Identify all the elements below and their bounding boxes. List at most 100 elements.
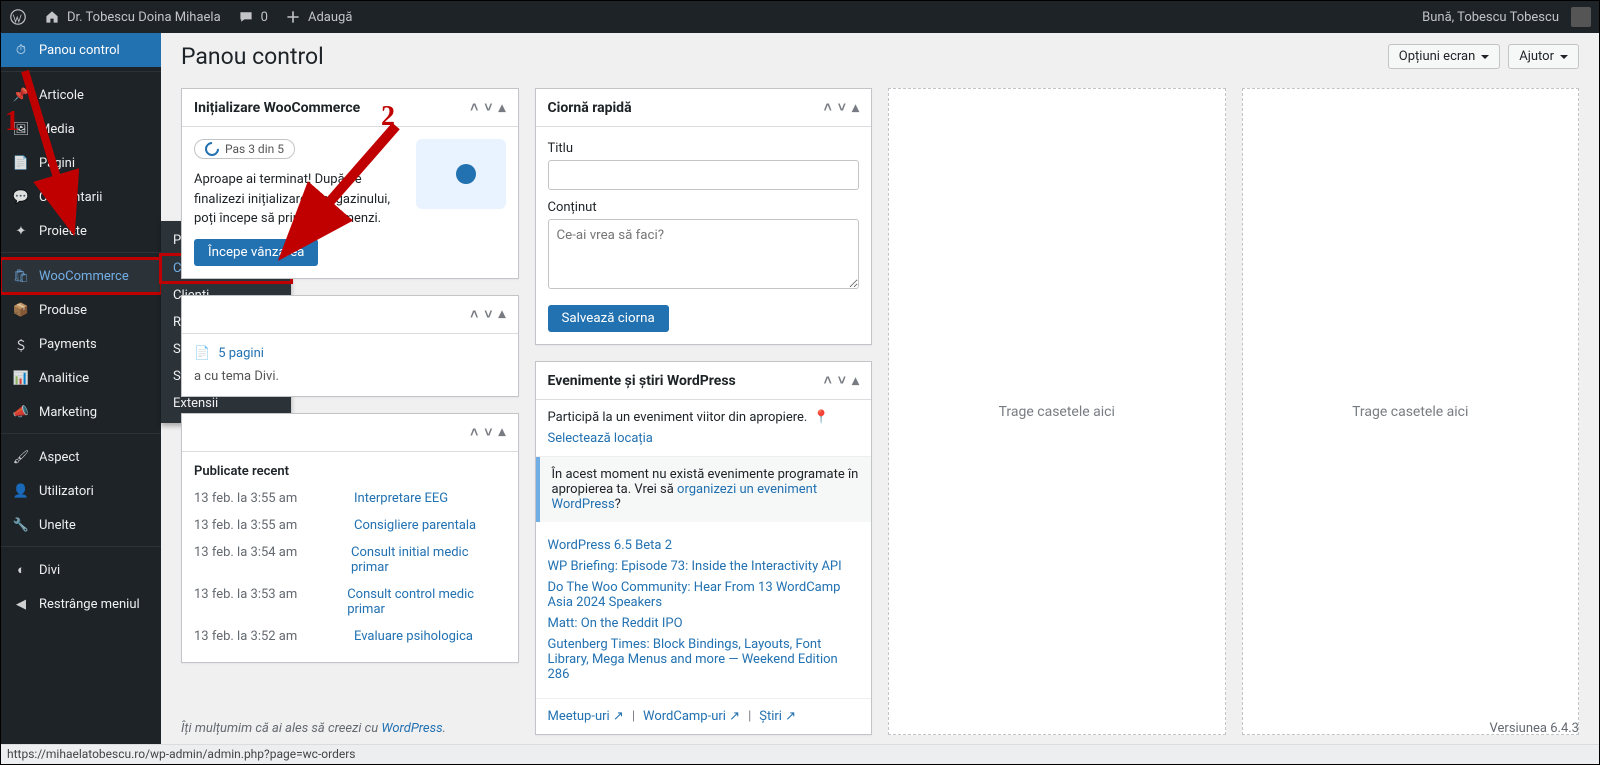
news-item-link[interactable]: Gutenberg Times: Block Bindings, Layouts…: [548, 637, 838, 682]
toggle-icon[interactable]: ▴: [498, 99, 505, 116]
dropzone-col3[interactable]: Trage casetele aici: [888, 88, 1226, 735]
move-down-icon[interactable]: ˅: [484, 99, 492, 116]
recent-date: 13 feb. la 3:52 am: [194, 629, 314, 644]
sidebar-item-comments[interactable]: 💬Comentarii: [1, 180, 161, 214]
wp-version: Versiunea 6.4.3: [1490, 721, 1579, 736]
site-name: Dr. Tobescu Doina Mihaela: [67, 10, 221, 25]
sidebar-item-payments[interactable]: ＄Payments: [1, 327, 161, 361]
wp-logo[interactable]: [1, 1, 35, 33]
pages-icon: 📄: [194, 346, 210, 361]
sidebar-item-projects[interactable]: ✦Proiecte: [1, 214, 161, 248]
move-down-icon[interactable]: ˅: [484, 424, 492, 441]
recent-post-link[interactable]: Evaluare psihologica: [354, 629, 473, 644]
move-up-icon[interactable]: ˄: [824, 372, 832, 389]
sidebar-item-tools[interactable]: 🔧Unelte: [1, 508, 161, 542]
move-up-icon[interactable]: ˄: [470, 99, 478, 116]
woo-illustration: [416, 139, 506, 209]
site-link[interactable]: Dr. Tobescu Doina Mihaela: [35, 1, 229, 33]
projects-icon: ✦: [11, 224, 31, 239]
move-down-icon[interactable]: ˅: [484, 306, 492, 323]
avatar-icon: [1571, 7, 1591, 27]
woocommerce-icon: 🛍: [11, 269, 31, 284]
home-icon: [43, 8, 61, 26]
sidebar-item-analytics[interactable]: 📊Analitice: [1, 361, 161, 395]
chevron-down-icon: [1481, 55, 1489, 63]
move-up-icon[interactable]: ˄: [470, 306, 478, 323]
sidebar-item-media[interactable]: 🖼Media: [1, 112, 161, 146]
box-activity: ˄˅▴ Publicate recent 13 feb. la 3:55 amI…: [181, 413, 519, 663]
location-pin-icon: 📍: [813, 410, 829, 425]
admin-sidebar: ⏱Panou control 📌Articole 🖼Media 📄Pagini …: [1, 33, 161, 764]
sidebar-item-users[interactable]: 👤Utilizatori: [1, 474, 161, 508]
chevron-down-icon: [1560, 55, 1568, 63]
toggle-icon[interactable]: ▴: [852, 372, 859, 389]
users-icon: 👤: [11, 484, 31, 499]
sidebar-item-appearance[interactable]: 🖌Aspect: [1, 440, 161, 474]
comments-link[interactable]: 0: [229, 1, 276, 33]
box-woo-setup: Inițializare WooCommerce ˄˅▴ Pas 3 din 5…: [181, 88, 519, 279]
sidebar-item-woocommerce[interactable]: 🛍WooCommerce: [1, 259, 161, 293]
news-item-link[interactable]: WP Briefing: Episode 73: Inside the Inte…: [548, 559, 842, 574]
recent-row: 13 feb. la 3:53 am Consult control medic …: [194, 581, 506, 623]
recent-date: 13 feb. la 3:53 am: [194, 587, 307, 617]
recent-post-link[interactable]: Consigliere parentala: [354, 518, 476, 533]
collapse-icon: ◀: [11, 597, 31, 612]
move-down-icon[interactable]: ˅: [838, 99, 846, 116]
admin-toolbar: Dr. Tobescu Doina Mihaela 0 Adaugă Bună,…: [1, 1, 1599, 33]
glance-theme: a cu tema Divi.: [194, 369, 506, 384]
save-draft-button[interactable]: Salvează ciorna: [548, 305, 669, 332]
toggle-icon[interactable]: ▴: [498, 306, 505, 323]
woo-step-badge: Pas 3 din 5: [194, 139, 295, 159]
add-new[interactable]: Adaugă: [276, 1, 360, 33]
comment-icon: 💬: [11, 190, 31, 205]
annotation-2: 2: [381, 101, 395, 133]
comments-count: 0: [261, 10, 268, 25]
woo-start-button[interactable]: Începe vânzarea: [194, 239, 318, 266]
admin-footer: Îți mulțumim că ai ales să creezi cu Wor…: [161, 715, 1599, 742]
glance-pages-link[interactable]: 5 pagini: [218, 346, 264, 361]
sidebar-item-marketing[interactable]: 📣Marketing: [1, 395, 161, 429]
draft-content-textarea[interactable]: [548, 219, 860, 289]
move-up-icon[interactable]: ˄: [824, 99, 832, 116]
sidebar-item-dashboard[interactable]: ⏱Panou control: [1, 33, 161, 67]
comment-icon: [237, 8, 255, 26]
help-toggle[interactable]: Ajutor: [1508, 44, 1579, 69]
box-quick-draft: Ciornă rapidă˄˅▴ Titlu Conținut Salvează…: [535, 88, 873, 345]
plus-icon: [284, 8, 302, 26]
sidebar-item-divi[interactable]: ◐Divi: [1, 553, 161, 587]
sidebar-item-products[interactable]: 📦Produse: [1, 293, 161, 327]
screen-options-toggle[interactable]: Opțiuni ecran: [1388, 44, 1501, 69]
recent-post-link[interactable]: Consult initial medic primar: [351, 545, 506, 575]
sidebar-item-posts[interactable]: 📌Articole: [1, 78, 161, 112]
news-no-events: În acest moment nu există evenimente pro…: [536, 457, 872, 522]
select-location-link[interactable]: Selectează locația: [548, 431, 653, 446]
recent-row: 13 feb. la 3:55 amConsigliere parentala: [194, 512, 506, 539]
move-up-icon[interactable]: ˄: [470, 424, 478, 441]
box-news: Evenimente și știri WordPress˄˅▴ Partici…: [535, 361, 873, 735]
page-icon: 📄: [11, 156, 31, 171]
toggle-icon[interactable]: ▴: [852, 99, 859, 116]
draft-title-input[interactable]: [548, 160, 860, 190]
annotation-1: 1: [5, 106, 19, 138]
howdy-account[interactable]: Bună, Tobescu Tobescu: [1414, 1, 1599, 33]
dashboard-content: Panou control Opțiuni ecran Ajutor Iniți…: [161, 33, 1599, 764]
dashboard-icon: ⏱: [11, 43, 31, 58]
recent-post-link[interactable]: Consult control medic primar: [347, 587, 505, 617]
payments-icon: ＄: [11, 335, 31, 354]
draft-title-label: Titlu: [548, 141, 860, 156]
news-item-link[interactable]: Matt: On the Reddit IPO: [548, 616, 683, 631]
news-item-link[interactable]: WordPress 6.5 Beta 2: [548, 538, 673, 553]
news-item-link[interactable]: Do The Woo Community: Hear From 13 WordC…: [548, 580, 841, 610]
recent-date: 13 feb. la 3:55 am: [194, 491, 314, 506]
tools-icon: 🔧: [11, 518, 31, 533]
marketing-icon: 📣: [11, 405, 31, 420]
sidebar-item-pages[interactable]: 📄Pagini: [1, 146, 161, 180]
toggle-icon[interactable]: ▴: [498, 424, 505, 441]
move-down-icon[interactable]: ˅: [838, 372, 846, 389]
appearance-icon: 🖌: [11, 450, 31, 465]
recent-post-link[interactable]: Interpretare EEG: [354, 491, 448, 506]
sidebar-collapse[interactable]: ◀Restrânge meniul: [1, 587, 161, 621]
dropzone-col4[interactable]: Trage casetele aici: [1242, 88, 1580, 735]
divi-icon: ◐: [11, 562, 31, 578]
wordpress-org-link[interactable]: WordPress: [381, 721, 442, 736]
